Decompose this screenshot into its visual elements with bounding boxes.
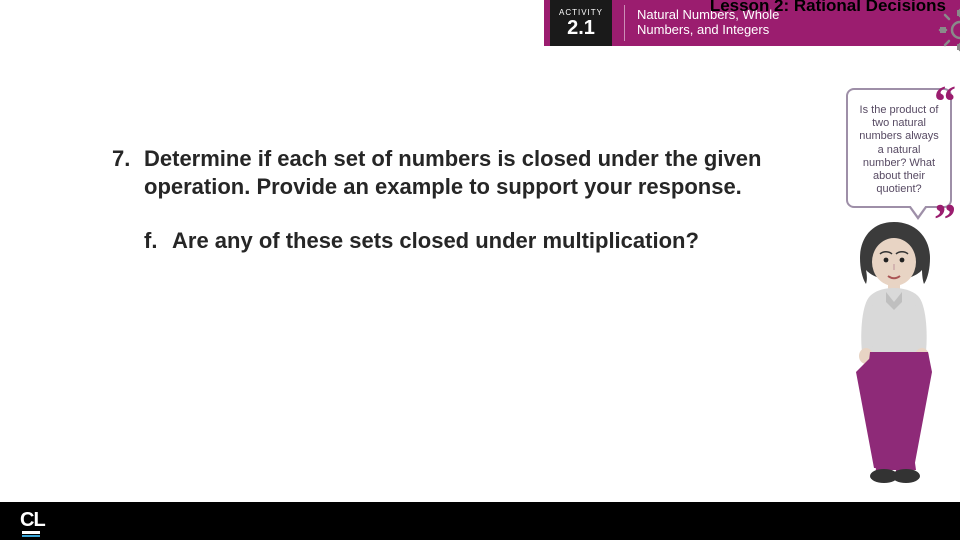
divider bbox=[624, 5, 625, 42]
logo-underline bbox=[22, 531, 40, 534]
question-main: 7. Determine if each set of numbers is c… bbox=[112, 145, 800, 200]
activity-label: ACTIVITY bbox=[559, 8, 603, 17]
slide: ACTIVITY 2.1 Natural Numbers, Whole Numb… bbox=[0, 0, 960, 540]
question-text: Determine if each set of numbers is clos… bbox=[144, 145, 800, 200]
question-marker: 7. bbox=[112, 145, 144, 200]
logo-underline-accent bbox=[22, 535, 40, 537]
speech-bubble: “ Is the product of two natural numbers … bbox=[846, 88, 952, 208]
sub-text: Are any of these sets closed under multi… bbox=[172, 228, 699, 254]
question-sub: f. Are any of these sets closed under mu… bbox=[144, 228, 800, 254]
character-illustration bbox=[834, 214, 954, 494]
footer-bar: CL bbox=[0, 502, 960, 540]
brand-logo: CL bbox=[20, 509, 45, 532]
sub-marker: f. bbox=[144, 228, 172, 254]
activity-number-box: ACTIVITY 2.1 bbox=[550, 0, 612, 46]
content-area: 7. Determine if each set of numbers is c… bbox=[112, 145, 800, 254]
activity-number: 2.1 bbox=[567, 17, 595, 39]
lesson-label: Lesson 2: Rational Decisions bbox=[710, 0, 946, 16]
bubble-text: Is the product of two natural numbers al… bbox=[859, 104, 938, 195]
